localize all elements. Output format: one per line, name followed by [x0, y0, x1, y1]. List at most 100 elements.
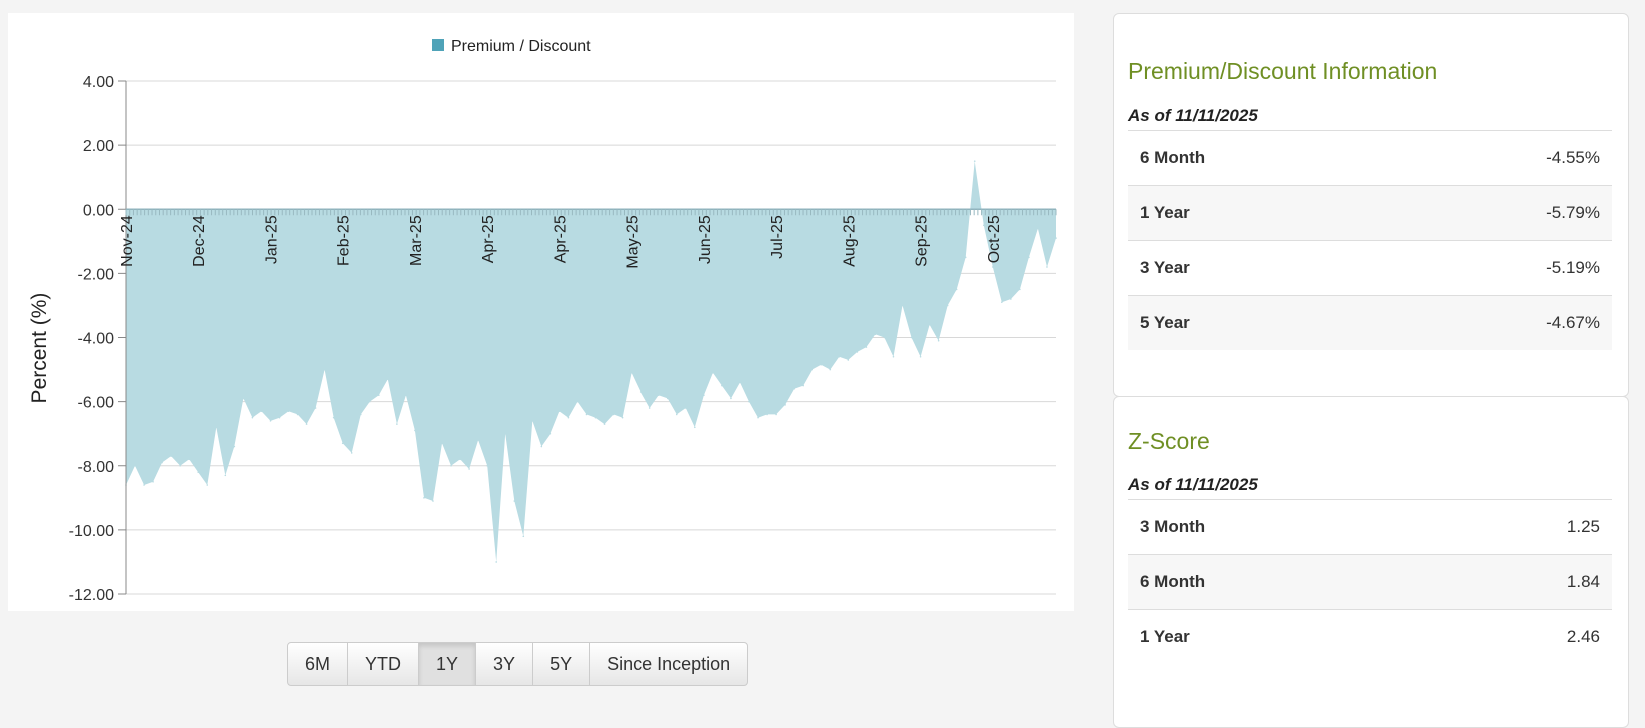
data-point	[982, 224, 985, 227]
legend-swatch	[432, 39, 444, 51]
data-point	[784, 404, 786, 406]
row-value: 1.25	[1423, 499, 1612, 555]
data-point	[432, 500, 434, 502]
data-point	[441, 442, 443, 445]
data-point	[730, 397, 732, 400]
data-point	[739, 381, 741, 384]
table-row: 3 Year -5.19%	[1128, 240, 1612, 296]
data-point	[558, 410, 561, 413]
data-point	[1037, 227, 1039, 230]
table-row: 6 Month 1.84	[1128, 554, 1612, 610]
data-point	[143, 484, 145, 486]
data-point	[486, 464, 488, 467]
table-row: 5 Year -4.67%	[1128, 295, 1612, 350]
y-axis-title: Percent (%)	[28, 293, 51, 404]
data-point	[405, 394, 407, 397]
data-point	[341, 442, 344, 445]
data-point	[1028, 256, 1030, 259]
x-tick-label: Sep-25	[914, 215, 931, 267]
card-title: Premium/Discount Information	[1128, 58, 1438, 84]
z-score-card: Z-Score As of 11/11/2025 3 Month 1.25 6 M…	[1113, 396, 1629, 728]
range-ytd-button[interactable]: YTD	[348, 643, 420, 685]
row-label: 3 Year	[1128, 240, 1387, 296]
table-row: 6 Month -4.55%	[1128, 130, 1612, 186]
data-point	[703, 394, 705, 397]
y-tick-label: -6.00	[78, 395, 115, 412]
data-point	[233, 445, 236, 448]
data-point	[1019, 288, 1021, 291]
as-of-date: As of 11/11/2025	[1128, 475, 1258, 494]
x-tick-label: Jul-25	[769, 215, 786, 259]
premium-discount-chart: 4.00 2.00 0.00 -2.00 -4.00 -6.00 -8.00 -10.00 -1…	[8, 13, 1074, 611]
data-point	[820, 363, 823, 366]
data-point	[1046, 266, 1048, 268]
data-point	[477, 439, 479, 441]
chart-svg: 4.00 2.00 0.00 -2.00 -4.00 -6.00 -8.00 -10.00 -1…	[28, 38, 1057, 604]
data-point	[639, 391, 642, 393]
data-point	[829, 368, 832, 371]
data-point	[964, 256, 967, 259]
data-point	[495, 561, 497, 563]
data-point	[305, 423, 308, 425]
premium-discount-card: Premium/Discount Information As of 11/11…	[1113, 13, 1629, 397]
data-point	[423, 497, 425, 499]
data-point	[937, 339, 940, 342]
data-point	[450, 464, 452, 467]
range-5y-button[interactable]: 5Y	[533, 643, 591, 685]
range-since-inception-button[interactable]: Since Inception	[590, 643, 747, 685]
legend-label: Premium / Discount	[451, 38, 591, 55]
data-point	[775, 413, 777, 416]
data-point	[675, 413, 678, 416]
data-point	[359, 413, 362, 416]
data-point	[188, 458, 191, 461]
data-point	[928, 323, 931, 326]
row-value: -5.79%	[1386, 185, 1612, 241]
data-point	[757, 416, 759, 419]
data-point	[378, 394, 380, 397]
x-tick-label: Dec-24	[191, 215, 208, 267]
data-point	[648, 407, 651, 409]
data-point	[350, 452, 353, 454]
y-tick-label: 0.00	[83, 202, 114, 219]
data-point	[468, 468, 470, 470]
data-point	[856, 351, 859, 353]
x-tick-label: Nov-24	[119, 215, 136, 267]
row-value: -5.19%	[1386, 240, 1612, 296]
x-tick-label: Mar-25	[408, 215, 425, 266]
premium-discount-table: 6 Month -4.55% 1 Year -5.79% 3 Year -5.19% …	[1128, 130, 1612, 350]
data-point	[892, 355, 895, 358]
data-point	[260, 410, 263, 413]
data-point	[883, 336, 886, 339]
data-point	[1055, 237, 1057, 239]
row-value: 1.84	[1423, 554, 1612, 610]
data-point	[594, 416, 597, 419]
range-6m-button[interactable]: 6M	[288, 643, 349, 685]
row-label: 3 Month	[1128, 499, 1424, 555]
range-3y-button[interactable]: 3Y	[476, 643, 534, 685]
data-point	[630, 371, 633, 374]
data-point	[567, 416, 570, 419]
data-point	[161, 461, 163, 464]
data-point	[811, 368, 814, 371]
data-point	[973, 160, 976, 162]
y-tick-label: 2.00	[83, 138, 114, 155]
data-point	[666, 397, 669, 400]
data-point	[387, 378, 389, 380]
data-point	[802, 384, 804, 387]
y-tick-label: 4.00	[83, 74, 114, 91]
data-point	[287, 410, 290, 413]
data-point	[847, 359, 850, 361]
card-title: Z-Score	[1128, 428, 1210, 454]
data-point	[414, 429, 416, 432]
row-value: 2.46	[1423, 609, 1612, 664]
data-point	[874, 333, 877, 336]
row-value: -4.67%	[1386, 295, 1612, 350]
row-label: 1 Year	[1128, 609, 1424, 664]
data-point	[576, 400, 579, 403]
range-1y-button[interactable]: 1Y	[419, 643, 477, 685]
row-label: 5 Year	[1128, 295, 1387, 350]
data-point	[296, 413, 299, 416]
data-point	[991, 266, 994, 268]
row-label: 6 Month	[1128, 130, 1387, 186]
data-point	[314, 407, 317, 409]
